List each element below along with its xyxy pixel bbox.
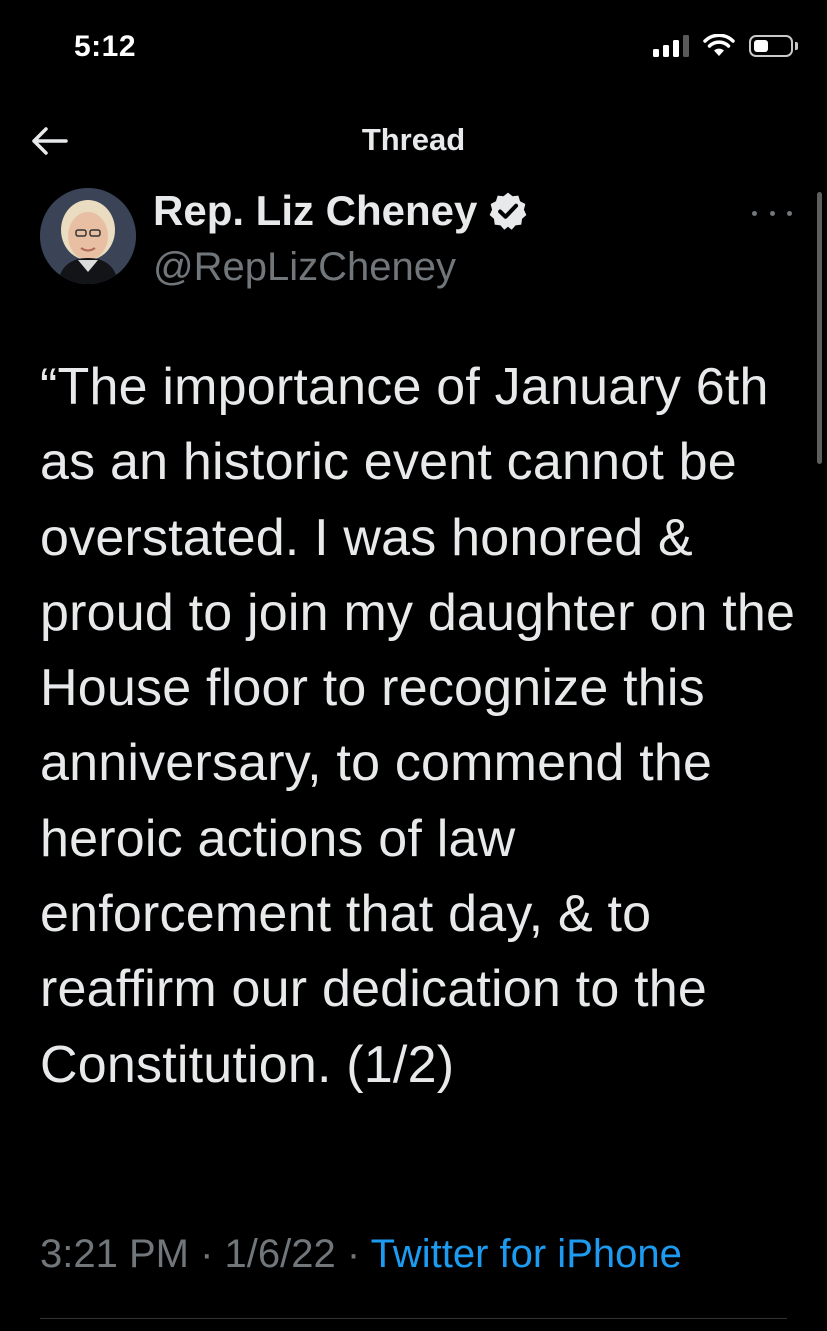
meta-separator: ·	[346, 1232, 361, 1276]
author-name-row: Rep. Liz Cheney	[153, 187, 529, 235]
tweet-source-link[interactable]: Twitter for iPhone	[371, 1232, 682, 1276]
author-name[interactable]: Rep. Liz Cheney	[153, 187, 477, 235]
divider	[40, 1318, 787, 1319]
signal-icon	[653, 35, 689, 57]
tweet-text: “The importance of January 6th as an his…	[40, 358, 810, 1094]
tweet-time[interactable]: 3:21 PM	[40, 1232, 189, 1276]
ellipsis-icon[interactable]	[752, 203, 792, 223]
verified-badge-icon	[490, 192, 527, 230]
wifi-icon	[703, 34, 735, 56]
meta-separator: ·	[200, 1232, 214, 1276]
profile-photo	[40, 188, 136, 284]
status-icons	[653, 34, 798, 58]
tweet-header: Rep. Liz Cheney @RepLizCheney	[40, 185, 800, 295]
tweet-date[interactable]: 1/6/22	[225, 1232, 336, 1276]
status-time: 5:12	[74, 30, 137, 63]
battery-icon	[749, 35, 798, 57]
scrollbar[interactable]	[817, 192, 822, 464]
tweet-meta: 3:21 PM · 1/6/22 · Twitter for iPhone	[40, 1232, 682, 1277]
nav-bar: Thread	[0, 100, 827, 180]
author-handle[interactable]: @RepLizCheney	[153, 245, 456, 290]
page-title: Thread	[361, 122, 466, 157]
status-bar: 5:12	[0, 0, 827, 96]
avatar[interactable]	[40, 188, 136, 284]
